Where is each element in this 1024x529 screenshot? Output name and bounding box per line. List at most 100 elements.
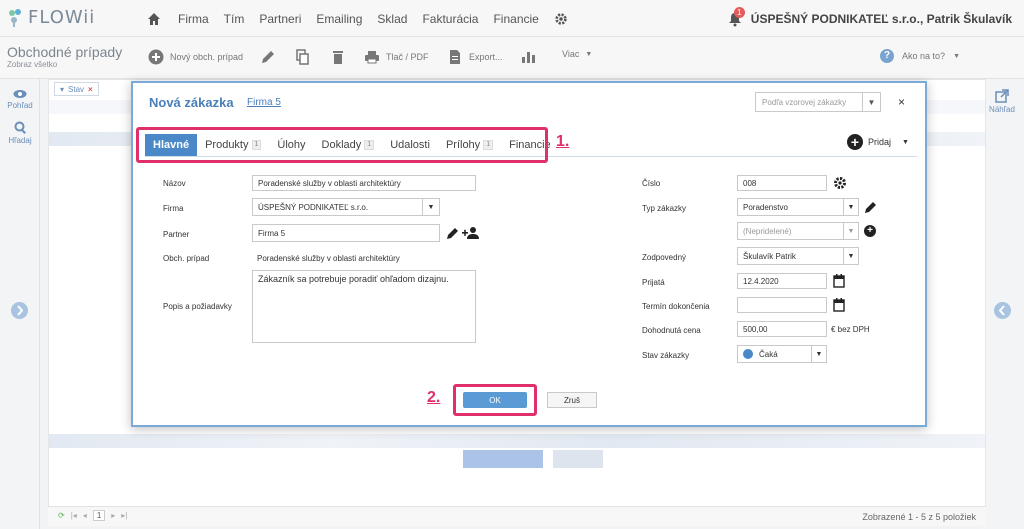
price-value: 500,00 bbox=[743, 324, 768, 334]
export-button[interactable]: Export... bbox=[447, 49, 503, 65]
delete-button[interactable] bbox=[330, 49, 346, 65]
owner-label: Zodpovedný bbox=[642, 253, 687, 262]
nav-item-sklad[interactable]: Sklad bbox=[377, 12, 407, 26]
chevron-down-icon[interactable]: ▼ bbox=[843, 248, 858, 264]
name-label: Názov bbox=[163, 179, 186, 188]
add-person-icon[interactable] bbox=[462, 226, 480, 240]
question-icon: ? bbox=[880, 49, 895, 63]
description-textarea[interactable]: Zákazník sa potrebuje poradiť ohľadom di… bbox=[252, 270, 476, 343]
edit-button[interactable] bbox=[260, 49, 276, 65]
cancel-button[interactable]: Zruš bbox=[547, 392, 597, 408]
status-select[interactable]: Čaká ▼ bbox=[737, 345, 827, 363]
user-name[interactable]: ÚSPEŠNÝ PODNIKATEĽ s.r.o., Patrik Škulav… bbox=[751, 12, 1012, 26]
toolbar: Obchodné prípady Zobraz všetko Nový obch… bbox=[0, 37, 1024, 79]
view-toggle[interactable]: Pohľad bbox=[0, 89, 40, 110]
search-label: Hľadaj bbox=[8, 136, 32, 145]
nav-item-firma[interactable]: Firma bbox=[178, 12, 209, 26]
status-label: Stav zákazky bbox=[642, 351, 690, 360]
ok-button[interactable]: OK bbox=[463, 392, 527, 408]
company-link[interactable]: Firma 5 bbox=[247, 97, 281, 108]
new-deal-button[interactable]: Nový obch. prípad bbox=[148, 49, 243, 65]
received-date-field[interactable]: 12.4.2020 bbox=[737, 273, 827, 289]
owner-select[interactable]: Škulavík Patrik ▼ bbox=[737, 247, 859, 265]
nav-item-fakturacia[interactable]: Fakturácia bbox=[422, 12, 478, 26]
filter-icon: ▾ bbox=[60, 84, 65, 94]
copy-icon bbox=[296, 49, 309, 65]
table-row[interactable] bbox=[49, 434, 985, 448]
eye-icon bbox=[13, 90, 27, 98]
add-label: Pridaj bbox=[868, 137, 892, 147]
company-label: Firma bbox=[163, 204, 184, 213]
nav-item-financie[interactable]: Financie bbox=[493, 12, 538, 26]
document-icon bbox=[450, 50, 460, 64]
chevron-down-icon[interactable]: ▼ bbox=[862, 93, 880, 111]
nav-item-partneri[interactable]: Partneri bbox=[259, 12, 301, 26]
remove-filter-icon[interactable]: × bbox=[88, 85, 93, 94]
pencil-icon[interactable] bbox=[446, 226, 460, 240]
next-page-icon[interactable]: ▸ bbox=[111, 511, 115, 520]
company-select[interactable]: ÚSPEŠNÝ PODNIKATEĽ s.r.o. ▼ bbox=[252, 198, 440, 216]
left-panel: Pohľad Hľadaj bbox=[0, 79, 40, 529]
plus-circle-icon[interactable]: + bbox=[864, 225, 876, 237]
chevron-down-icon: ▼ bbox=[953, 52, 960, 60]
new-deal-label: Nový obch. prípad bbox=[170, 52, 244, 62]
partner-field[interactable]: Firma 5 bbox=[252, 224, 440, 242]
copy-button[interactable] bbox=[294, 49, 310, 65]
print-button[interactable]: Tlač / PDF bbox=[364, 49, 429, 65]
filter-tag-label: Stav bbox=[68, 84, 85, 94]
deal-label: Obch. prípad bbox=[163, 254, 210, 263]
chevron-right-icon[interactable] bbox=[11, 302, 28, 319]
app-logo[interactable]: FLOWii bbox=[8, 7, 95, 28]
app-name: FLOWii bbox=[28, 7, 96, 28]
plus-circle-icon: + bbox=[847, 134, 863, 150]
pencil-icon[interactable] bbox=[864, 200, 878, 214]
last-page-icon[interactable]: ▸| bbox=[121, 511, 127, 520]
name-field[interactable]: Poradenské služby v oblasti architektúry bbox=[252, 175, 476, 191]
chevron-down-icon[interactable]: ▼ bbox=[843, 199, 858, 215]
page-subtitle[interactable]: Zobraz všetko bbox=[7, 60, 57, 69]
page-number[interactable]: 1 bbox=[92, 510, 106, 521]
calendar-icon[interactable] bbox=[833, 298, 845, 312]
deadline-date-field[interactable] bbox=[737, 297, 827, 313]
number-field[interactable]: 008 bbox=[737, 175, 827, 191]
template-select[interactable]: Podľa vzorovej zákazky ▼ bbox=[755, 92, 881, 112]
notification-bell[interactable]: 1 bbox=[727, 6, 745, 27]
help-label: Ako na to? bbox=[902, 51, 946, 61]
user-area[interactable]: 1 ÚSPEŠNÝ PODNIKATEĽ s.r.o., Patrik Škul… bbox=[727, 0, 1012, 37]
deadline-label: Termín dokončenia bbox=[642, 302, 710, 311]
chevron-left-glyph bbox=[998, 305, 1005, 316]
home-icon[interactable] bbox=[146, 11, 162, 27]
chart-button[interactable] bbox=[520, 49, 536, 65]
top-navigation: FLOWii Firma Tím Partneri Emailing Sklad… bbox=[0, 0, 1024, 37]
price-field[interactable]: 500,00 bbox=[737, 321, 827, 337]
nav-item-emailing[interactable]: Emailing bbox=[316, 12, 362, 26]
external-link-icon bbox=[995, 89, 1009, 103]
more-dropdown[interactable]: Viac ▼ bbox=[562, 49, 592, 59]
add-button[interactable]: + Pridaj ▼ bbox=[847, 134, 909, 150]
search-toggle[interactable]: Hľadaj bbox=[0, 121, 40, 145]
more-label: Viac bbox=[562, 49, 580, 59]
calendar-icon[interactable] bbox=[833, 274, 845, 288]
refresh-icon[interactable]: ⟳ bbox=[58, 511, 65, 520]
received-label: Prijatá bbox=[642, 278, 665, 287]
chevron-down-icon[interactable]: ▼ bbox=[843, 223, 858, 239]
price-label: Dohodnutá cena bbox=[642, 326, 701, 335]
list-footer: ⟳ |◂ ◂ 1 ▸ ▸| Zobrazené 1 - 5 z 5 položi… bbox=[48, 506, 986, 526]
gear-icon[interactable] bbox=[554, 12, 568, 26]
chevron-left-icon[interactable] bbox=[994, 302, 1011, 319]
close-icon[interactable]: × bbox=[898, 95, 905, 109]
gear-icon[interactable] bbox=[833, 176, 847, 190]
chevron-down-icon[interactable]: ▼ bbox=[422, 199, 439, 215]
filter-tag-status[interactable]: ▾ Stav × bbox=[54, 82, 99, 96]
preview-toggle[interactable]: Náhľad bbox=[980, 89, 1024, 114]
prev-page-icon[interactable]: ◂ bbox=[83, 511, 87, 520]
first-page-icon[interactable]: |◂ bbox=[71, 511, 77, 520]
nav-item-tim[interactable]: Tím bbox=[224, 12, 245, 26]
order-subtype-select[interactable]: (Nepridelené) ▼ bbox=[737, 222, 859, 240]
received-value: 12.4.2020 bbox=[743, 276, 779, 286]
help-link[interactable]: ? Ako na to? ▼ bbox=[880, 49, 960, 63]
template-placeholder: Podľa vzorovej zákazky bbox=[762, 97, 847, 107]
order-type-select[interactable]: Poradenstvo ▼ bbox=[737, 198, 859, 216]
blurred-cell bbox=[553, 450, 603, 468]
chevron-down-icon[interactable]: ▼ bbox=[811, 346, 826, 362]
